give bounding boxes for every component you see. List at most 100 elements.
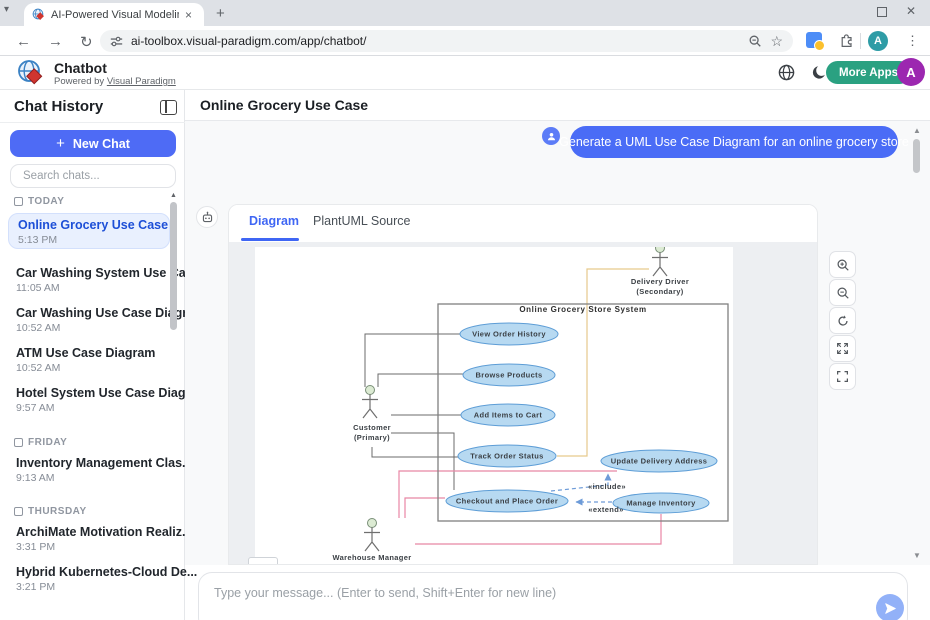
app-logo-icon xyxy=(16,59,46,87)
uml-edge-assoc xyxy=(365,334,460,387)
reset-view-button[interactable] xyxy=(829,307,856,334)
tab-plantuml-source[interactable]: PlantUML Source xyxy=(313,214,411,228)
fullscreen-button[interactable] xyxy=(829,363,856,390)
chat-item-title[interactable]: Hybrid Kubernetes-Cloud De... xyxy=(16,565,197,579)
section-label: THURSDAY xyxy=(28,506,87,517)
forward-button[interactable]: → xyxy=(48,33,63,50)
sidebar-scrollbar[interactable] xyxy=(170,202,177,330)
browser-menu-icon[interactable]: ⋮ xyxy=(906,33,919,49)
browser-tab[interactable]: AI-Powered Visual Modeling Ch × xyxy=(24,3,204,26)
relationship-label: «include» xyxy=(588,482,626,491)
message-input-placeholder: Type your message... (Enter to send, Shi… xyxy=(214,586,556,600)
diagram-tabbar: Diagram PlantUML Source xyxy=(229,205,817,242)
usecase-label: Track Order Status xyxy=(470,452,543,461)
chat-item-title[interactable]: Hotel System Use Case Diagr... xyxy=(16,386,200,400)
actor-name: Warehouse Manager xyxy=(332,553,411,562)
chat-scrollbar[interactable] xyxy=(913,139,920,173)
site-settings-icon[interactable] xyxy=(110,35,123,48)
actor-customer[interactable]: Customer(Primary) xyxy=(353,386,391,443)
chat-item-title[interactable]: ATM Use Case Diagram xyxy=(16,346,155,360)
actor-warehouse-manager[interactable]: Warehouse Manager(Primary) xyxy=(332,519,411,566)
chat-item-time: 9:57 AM xyxy=(16,402,55,414)
actor-stereotype: (Secondary) xyxy=(636,287,683,296)
extensions-puzzle-icon[interactable] xyxy=(839,32,855,48)
chat-item-time: 3:31 PM xyxy=(16,541,55,553)
toolbar-divider xyxy=(860,33,861,49)
new-chat-button[interactable]: +New Chat xyxy=(10,130,176,157)
usecase-label: Add Items to Cart xyxy=(474,411,543,420)
powered-prefix: Powered by xyxy=(54,76,107,87)
zoom-out-button[interactable] xyxy=(829,279,856,306)
usecase-label: Checkout and Place Order xyxy=(456,497,558,506)
tab-close-icon[interactable]: × xyxy=(185,9,192,21)
uml-diagram-canvas[interactable]: Online Grocery Store System View Order Hi… xyxy=(255,247,733,565)
new-tab-button[interactable]: + xyxy=(216,6,225,21)
url-text: ai-toolbox.visual-paradigm.com/app/chatb… xyxy=(131,34,740,48)
search-chats-input[interactable]: Search chats... xyxy=(10,164,176,188)
collapse-sidebar-icon[interactable] xyxy=(160,100,177,115)
url-bar[interactable]: ai-toolbox.visual-paradigm.com/app/chatb… xyxy=(100,30,793,52)
bookmark-star-icon[interactable]: ☆ xyxy=(770,33,783,50)
chat-scroll-up-icon[interactable]: ▲ xyxy=(913,126,921,135)
user-message-avatar xyxy=(542,127,560,145)
usecase-label: Manage Inventory xyxy=(626,499,696,508)
robot-icon xyxy=(201,211,214,224)
chat-item-title[interactable]: Online Grocery Use Case xyxy=(18,218,168,232)
powered-by: Powered by Visual Paradigm xyxy=(54,76,176,87)
usecase-label: Browse Products xyxy=(476,371,543,380)
window-maximize-button[interactable] xyxy=(877,7,887,17)
system-boundary-label: Online Grocery Store System xyxy=(519,305,646,314)
uml-edge-manager xyxy=(405,498,445,518)
diagram-card: Diagram PlantUML Source Online Grocery S… xyxy=(228,204,818,565)
actor-stereotype: (Primary) xyxy=(354,433,390,442)
tab-title: AI-Powered Visual Modeling Ch xyxy=(51,9,179,21)
actor-name: Delivery Driver xyxy=(631,277,689,286)
visual-paradigm-link[interactable]: Visual Paradigm xyxy=(107,76,176,87)
chat-item-time: 9:13 AM xyxy=(16,472,55,484)
browser-profile-avatar[interactable]: A xyxy=(868,31,888,51)
calendar-icon xyxy=(14,507,23,516)
sidebar-scroll-up-icon[interactable]: ▲ xyxy=(170,192,177,199)
section-header-friday: FRIDAY xyxy=(14,437,67,448)
divider xyxy=(0,122,185,123)
uml-edge-secondary xyxy=(557,269,649,456)
tab-diagram[interactable]: Diagram xyxy=(249,214,299,228)
chat-item-title[interactable]: Inventory Management Clas... xyxy=(16,456,192,470)
section-label: FRIDAY xyxy=(28,437,67,448)
extension-doc-icon[interactable] xyxy=(806,32,822,48)
language-globe-icon[interactable] xyxy=(778,64,795,81)
actor-delivery-driver[interactable]: Delivery Driver(Secondary) xyxy=(631,247,689,296)
calendar-icon xyxy=(14,438,23,447)
usecase-label: View Order History xyxy=(472,330,546,339)
bot-avatar xyxy=(196,206,218,228)
active-tab-underline xyxy=(241,238,299,241)
usecase-label: Update Delivery Address xyxy=(611,457,708,466)
zoom-page-icon[interactable] xyxy=(748,34,762,48)
window-close-button[interactable]: ✕ xyxy=(906,5,916,17)
send-plane-icon xyxy=(884,602,897,615)
calendar-icon xyxy=(14,197,23,206)
chat-item-time: 5:13 PM xyxy=(18,234,57,246)
user-profile-avatar[interactable]: A xyxy=(897,58,925,86)
uml-edge-manager xyxy=(415,514,661,544)
section-header-today: TODAY xyxy=(14,196,64,207)
actor-stereotype: (Primary) xyxy=(354,563,390,565)
use-case-diagram: Online Grocery Store System View Order Hi… xyxy=(255,247,733,565)
tab-search-icon[interactable]: ▾ xyxy=(4,5,9,15)
user-message-bubble: Generate a UML Use Case Diagram for an o… xyxy=(570,126,898,158)
chat-item-time: 3:21 PM xyxy=(16,581,55,593)
chat-item-title[interactable]: ArchiMate Motivation Realiz... xyxy=(16,525,192,539)
diagram-viewport[interactable]: Online Grocery Store System View Order Hi… xyxy=(229,242,817,565)
person-icon xyxy=(546,131,557,142)
zoom-in-button[interactable] xyxy=(829,251,856,278)
tab-favicon-icon xyxy=(32,8,45,21)
chat-item-time: 10:52 AM xyxy=(16,322,60,334)
reload-button[interactable]: ↻ xyxy=(80,33,93,51)
send-button[interactable] xyxy=(876,594,904,620)
back-button[interactable]: ← xyxy=(16,33,31,50)
section-header-thursday: THURSDAY xyxy=(14,506,87,517)
chat-scroll-down-icon[interactable]: ▼ xyxy=(913,551,921,560)
chat-item-time: 10:52 AM xyxy=(16,362,60,374)
expand-button[interactable] xyxy=(829,335,856,362)
relationship-label: «extend» xyxy=(588,505,623,514)
